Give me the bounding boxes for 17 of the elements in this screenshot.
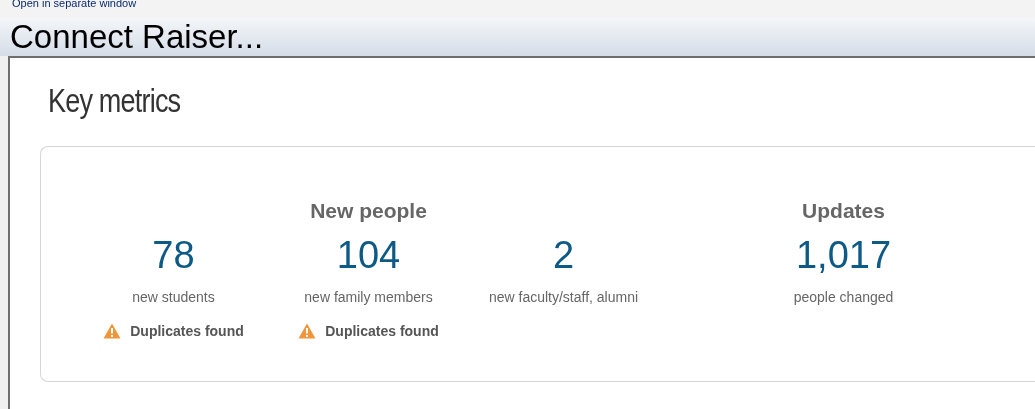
metric-value: 104 [336,233,401,277]
metric-label: new family members [304,289,433,305]
group-heading: Updates [802,199,885,224]
metric-value: 78 [152,233,195,277]
section-title: Key metrics [48,82,181,120]
warning-icon [103,323,122,339]
warning-icon [298,323,317,339]
warning-text: Duplicates found [130,323,244,339]
warning-text: Duplicates found [325,323,439,339]
window-title: Connect Raiser... [10,19,264,55]
metric-value: 1,017 [795,233,892,277]
metric-label: new faculty/staff, alumni [488,289,639,305]
metric-value: 2 [552,233,575,277]
open-window-link[interactable]: Open in separate window [12,0,137,9]
metric-label: people changed [793,289,894,305]
metric-label: new students [132,289,215,305]
group-heading: New people [310,199,427,224]
